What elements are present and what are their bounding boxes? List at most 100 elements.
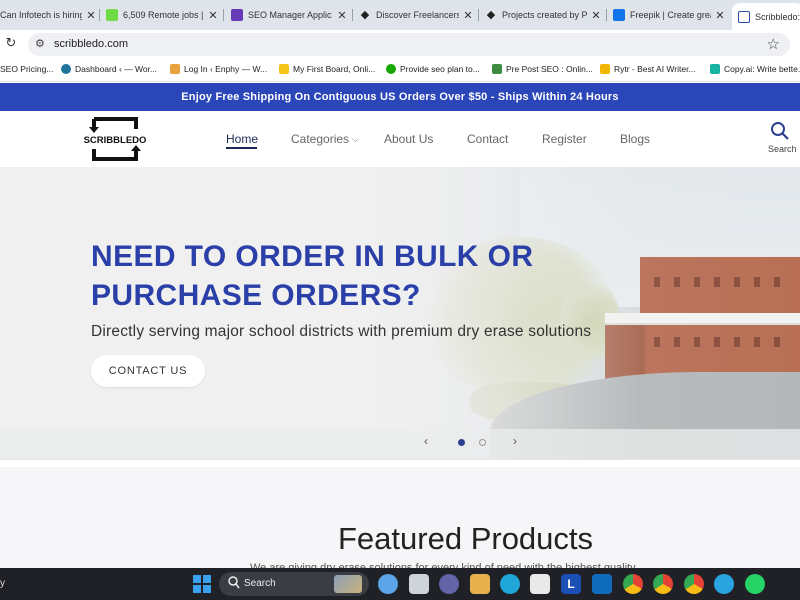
tab-title: Projects created by P bbox=[502, 10, 587, 20]
contact-us-button[interactable]: CONTACT US bbox=[91, 355, 205, 387]
bookmark-label: Pre Post SEO : Onlin... bbox=[506, 64, 593, 74]
tab-separator bbox=[223, 9, 224, 21]
hero-subheading: Directly serving major school districts … bbox=[91, 323, 592, 340]
browser-tab[interactable]: 6,509 Remote jobs | U ✕ bbox=[106, 4, 218, 26]
browser-tab[interactable]: SEO Manager Applic ✕ bbox=[231, 4, 347, 26]
bookmark-label: Copy.ai: Write bette... bbox=[724, 64, 800, 74]
scribbledo-logo[interactable]: SCRIBBLEDO bbox=[84, 116, 146, 162]
outlook-icon[interactable] bbox=[592, 574, 612, 594]
slider-controls bbox=[0, 429, 800, 459]
miro-icon bbox=[279, 64, 289, 74]
rytr-icon bbox=[600, 64, 610, 74]
slider-next-icon[interactable]: › bbox=[513, 434, 517, 448]
bookmark-label: SEO Pricing... bbox=[0, 64, 54, 74]
close-tab-icon[interactable]: ✕ bbox=[463, 9, 473, 22]
close-tab-icon[interactable]: ✕ bbox=[337, 9, 347, 22]
bookmark-item[interactable]: My First Board, Onli... bbox=[279, 64, 375, 74]
bookmark-item[interactable]: Log In ‹ Enphy — W... bbox=[170, 64, 267, 74]
windows-taskbar: y Search L bbox=[0, 568, 800, 600]
search-highlight-image bbox=[334, 575, 362, 593]
browser-tab-strip: Can Infotech is hiring ✕ 6,509 Remote jo… bbox=[0, 0, 800, 30]
tab-separator bbox=[352, 9, 353, 21]
search-icon bbox=[228, 576, 240, 589]
nav-about-us[interactable]: About Us bbox=[384, 132, 433, 146]
task-view-icon[interactable] bbox=[409, 574, 429, 594]
tab-title: SEO Manager Applic bbox=[248, 10, 332, 20]
bookmark-label: Dashboard ‹ — Wor... bbox=[75, 64, 158, 74]
featured-title: Featured Products bbox=[338, 521, 594, 556]
browser-tab[interactable]: ◆ Discover Freelancers ✕ bbox=[359, 4, 473, 26]
close-tab-icon[interactable]: ✕ bbox=[715, 9, 725, 22]
tab-title: Scribbledo: P bbox=[755, 11, 800, 22]
address-bar[interactable]: ⚙ scribbledo.com ☆ bbox=[28, 33, 790, 56]
chrome-icon[interactable] bbox=[653, 574, 673, 594]
chrome-icon[interactable] bbox=[684, 574, 704, 594]
freelancer-favicon-icon: ◆ bbox=[486, 9, 496, 21]
copyai-icon bbox=[710, 64, 720, 74]
wordpress-icon bbox=[61, 64, 71, 74]
bookmark-label: Log In ‹ Enphy — W... bbox=[184, 64, 268, 74]
bookmark-label: Rytr - Best AI Writer... bbox=[614, 64, 696, 74]
address-bar-row: ↻ ⚙ scribbledo.com ☆ bbox=[0, 30, 800, 58]
logo-text: SCRIBBLEDO bbox=[84, 135, 146, 146]
store-icon[interactable] bbox=[530, 574, 550, 594]
bookmark-item[interactable]: Provide seo plan to... bbox=[386, 64, 480, 74]
url-text[interactable]: scribbledo.com bbox=[54, 38, 128, 50]
bookmark-item[interactable]: Copy.ai: Write bette... bbox=[710, 64, 800, 74]
section-divider bbox=[0, 459, 800, 467]
taskbar-widget-text: y bbox=[0, 578, 5, 589]
nav-active-underline bbox=[226, 147, 257, 149]
freepik-favicon-icon bbox=[613, 9, 625, 21]
nav-contact[interactable]: Contact bbox=[467, 132, 508, 146]
bookmark-star-icon[interactable]: ☆ bbox=[767, 35, 780, 53]
bookmark-label: My First Board, Onli... bbox=[293, 64, 376, 74]
browser-tab[interactable]: Freepik | Create grea ✕ bbox=[613, 4, 725, 26]
tab-separator bbox=[99, 9, 100, 21]
search-icon bbox=[771, 122, 789, 140]
hero-heading: NEED TO ORDER IN BULK OR PURCHASE ORDERS… bbox=[91, 240, 534, 312]
featured-section: Featured Products We are giving dry eras… bbox=[0, 467, 800, 568]
nav-register[interactable]: Register bbox=[542, 132, 587, 146]
browser-tab-active[interactable]: Scribbledo: P bbox=[732, 3, 800, 30]
whatsapp-icon[interactable] bbox=[745, 574, 765, 594]
form-favicon-icon bbox=[231, 9, 243, 21]
copilot-icon[interactable] bbox=[378, 574, 398, 594]
nav-home[interactable]: Home bbox=[226, 132, 258, 146]
teams-icon[interactable] bbox=[439, 574, 459, 594]
slider-prev-icon[interactable]: ‹ bbox=[424, 434, 428, 448]
close-tab-icon[interactable]: ✕ bbox=[86, 9, 96, 22]
app-l-icon[interactable]: L bbox=[561, 574, 581, 594]
scribbledo-favicon-icon bbox=[738, 10, 750, 23]
reload-icon[interactable]: ↻ bbox=[4, 36, 18, 50]
upwork-icon bbox=[386, 64, 396, 74]
browser-tab[interactable]: Can Infotech is hiring ✕ bbox=[0, 4, 96, 26]
hero-slider: NEED TO ORDER IN BULK OR PURCHASE ORDERS… bbox=[0, 167, 800, 459]
slider-dot-active[interactable] bbox=[458, 439, 465, 446]
windows-start-icon[interactable] bbox=[192, 574, 212, 594]
freelancer-favicon-icon: ◆ bbox=[360, 9, 370, 21]
tab-separator bbox=[478, 9, 479, 21]
chevron-down-icon[interactable]: ⌵ bbox=[352, 134, 359, 145]
bookmark-item[interactable]: Pre Post SEO : Onlin... bbox=[492, 64, 593, 74]
tab-title: Discover Freelancers bbox=[376, 10, 459, 20]
nav-categories[interactable]: Categories bbox=[291, 132, 349, 146]
file-explorer-icon[interactable] bbox=[470, 574, 490, 594]
bookmark-item[interactable]: Dashboard ‹ — Wor... bbox=[61, 64, 157, 74]
bookmark-item[interactable]: SEO Pricing... bbox=[0, 64, 53, 74]
telegram-icon[interactable] bbox=[714, 574, 734, 594]
bookmarks-bar: SEO Pricing... Dashboard ‹ — Wor... Log … bbox=[0, 58, 800, 82]
site-settings-icon[interactable]: ⚙ bbox=[35, 37, 45, 50]
close-tab-icon[interactable]: ✕ bbox=[591, 9, 601, 22]
bookmark-item[interactable]: Rytr - Best AI Writer... bbox=[600, 64, 696, 74]
browser-tab[interactable]: ◆ Projects created by P ✕ bbox=[485, 4, 601, 26]
chrome-icon[interactable] bbox=[623, 574, 643, 594]
taskbar-search[interactable]: Search bbox=[219, 572, 369, 596]
close-tab-icon[interactable]: ✕ bbox=[208, 9, 218, 22]
edge-icon[interactable] bbox=[500, 574, 520, 594]
search-button[interactable]: Search bbox=[766, 121, 800, 157]
tab-separator bbox=[606, 9, 607, 21]
tab-title: Freepik | Create grea bbox=[630, 10, 711, 20]
enphy-icon bbox=[170, 64, 180, 74]
nav-blogs[interactable]: Blogs bbox=[620, 132, 650, 146]
slider-dot[interactable] bbox=[479, 439, 486, 446]
